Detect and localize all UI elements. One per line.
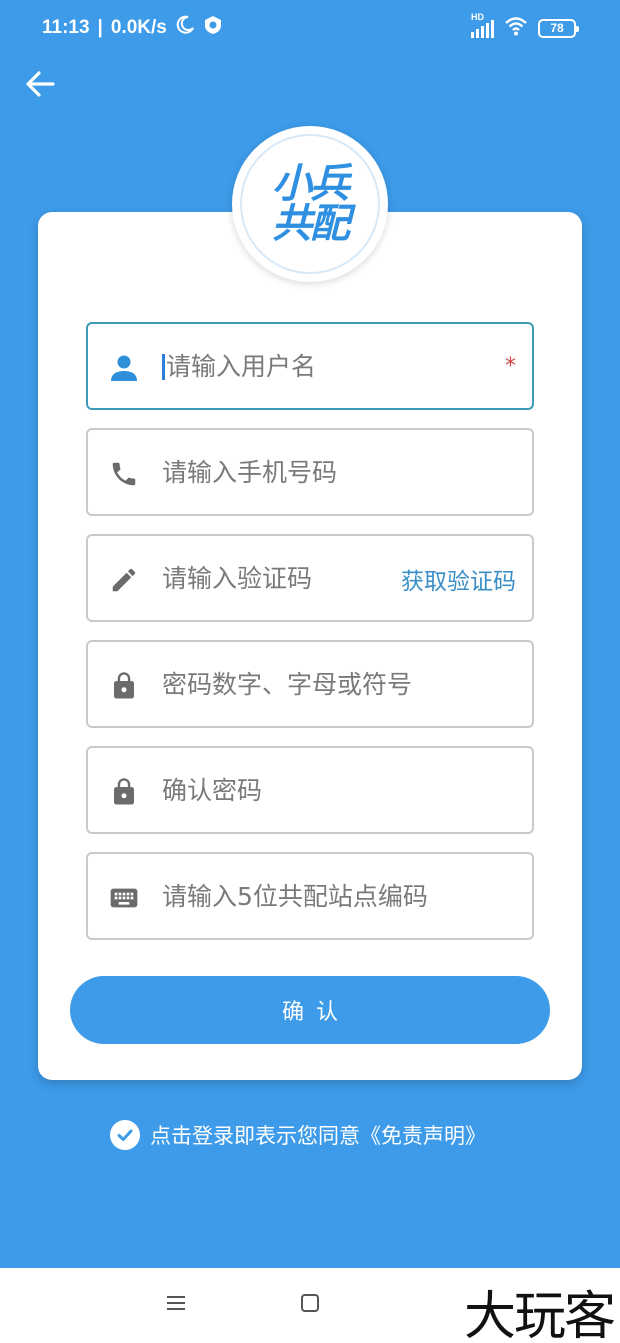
username-field[interactable]: *	[86, 322, 534, 410]
status-time: 11:13	[42, 17, 90, 38]
menu-icon	[165, 1294, 187, 1316]
get-code-button[interactable]: 获取验证码	[401, 562, 516, 596]
password-input[interactable]	[162, 642, 462, 726]
lock-icon	[108, 776, 140, 808]
phone-field[interactable]	[86, 428, 534, 516]
verification-code-input[interactable]	[162, 536, 382, 620]
home-square-icon	[299, 1292, 321, 1318]
status-speed: 0.0K/s	[110, 17, 167, 38]
pencil-icon	[108, 564, 140, 596]
menu-nav-button[interactable]	[161, 1290, 191, 1320]
register-screen: 11:13 | 0.0K/s HD 78 小兵 共配 请输入用户名 * 请输入手…	[0, 0, 620, 1268]
station-code-input[interactable]	[162, 854, 462, 938]
status-right: HD 78	[471, 12, 579, 40]
logo-line-2: 共配	[272, 201, 350, 247]
wifi-icon	[504, 16, 528, 40]
agreement-row: 点击登录即表示您同意《免责声明》	[110, 1118, 486, 1152]
station-code-field[interactable]	[86, 852, 534, 940]
verification-code-field[interactable]: 获取验证码	[86, 534, 534, 622]
keyboard-icon	[108, 882, 140, 914]
battery-indicator: 78	[538, 18, 579, 38]
check-circle-icon[interactable]	[110, 1120, 140, 1150]
lock-icon	[108, 670, 140, 702]
phone-icon	[108, 458, 140, 490]
required-mark: *	[505, 354, 516, 379]
confirm-password-field[interactable]	[86, 746, 534, 834]
signal-icon: HD	[471, 12, 494, 38]
arrow-left-icon	[25, 71, 55, 101]
network-type-label: HD	[471, 12, 484, 22]
confirm-button[interactable]: 确认	[70, 976, 550, 1044]
app-logo: 小兵 共配	[232, 126, 388, 282]
status-left: 11:13 | 0.0K/s	[42, 15, 223, 41]
person-icon	[108, 352, 140, 384]
confirm-password-input[interactable]	[162, 748, 462, 832]
back-button[interactable]	[20, 66, 60, 106]
status-divider: |	[97, 17, 103, 38]
logo-emblem: 小兵 共配	[240, 134, 380, 274]
app-shield-icon	[203, 15, 223, 41]
home-nav-button[interactable]	[295, 1290, 325, 1320]
agreement-text[interactable]: 点击登录即表示您同意《免责声明》	[150, 1120, 486, 1150]
logo-line-1: 小兵	[272, 161, 350, 207]
watermark-logo: 大玩客	[463, 1287, 616, 1343]
username-input[interactable]	[162, 324, 462, 408]
status-bar: 11:13 | 0.0K/s HD 78	[0, 0, 620, 56]
moon-icon	[175, 15, 195, 41]
phone-input[interactable]	[162, 430, 462, 514]
password-field[interactable]	[86, 640, 534, 728]
